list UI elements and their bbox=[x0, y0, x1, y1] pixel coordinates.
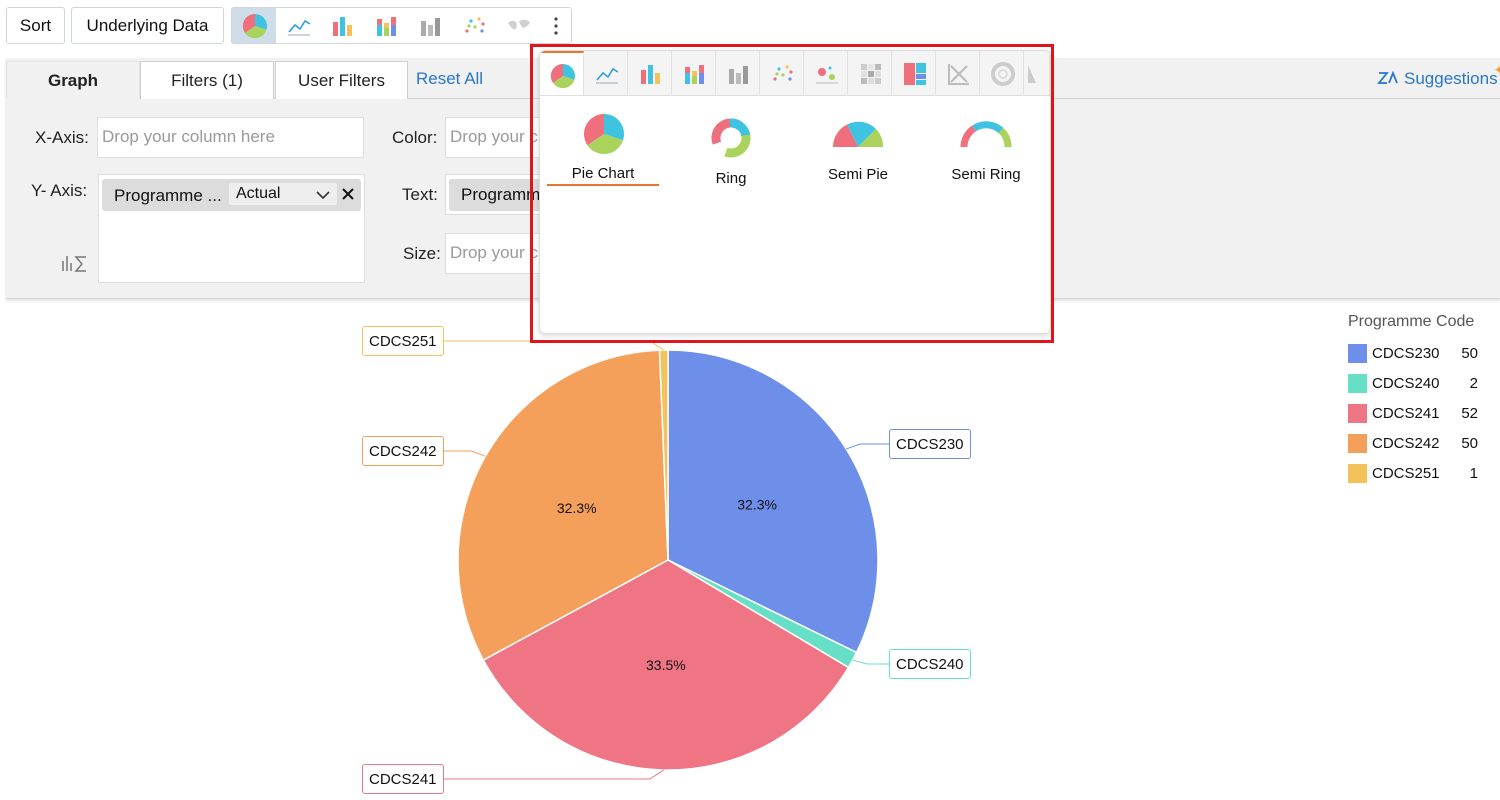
aggregation-value: Actual bbox=[236, 185, 281, 202]
legend-value: 52 bbox=[1461, 405, 1478, 422]
slice-percent-label: 32.3% bbox=[737, 496, 777, 512]
measure-sigma-icon[interactable] bbox=[61, 253, 89, 273]
y-axis-label: Y- Axis: bbox=[31, 181, 88, 200]
legend-label: CDCS230 bbox=[1372, 345, 1440, 362]
leader-line-cdcs241 bbox=[442, 769, 665, 780]
chart-type-toolbar bbox=[231, 7, 572, 44]
slice-percent-label: 33.5% bbox=[646, 657, 686, 673]
color-label: Color: bbox=[392, 128, 438, 147]
legend-label: CDCS251 bbox=[1372, 465, 1440, 482]
pie-slice-cdcs251[interactable] bbox=[658, 349, 669, 561]
legend-value: 1 bbox=[1469, 465, 1478, 482]
y-chip-column: Programme ... bbox=[114, 186, 222, 205]
chevron-down-icon bbox=[316, 191, 330, 200]
combo-bar-icon[interactable] bbox=[408, 8, 452, 43]
underlying-data-button[interactable]: Underlying Data bbox=[71, 7, 224, 44]
callout-cdcs230: CDCS230 bbox=[889, 429, 971, 459]
pie-slice-cdcs242[interactable] bbox=[457, 349, 669, 662]
slice-percent-label: 32.3% bbox=[557, 500, 597, 516]
x-axis-label: X-Axis: bbox=[35, 128, 89, 147]
legend-swatch bbox=[1348, 344, 1367, 363]
aggregation-select[interactable]: Actual bbox=[229, 183, 337, 205]
suggestions-label: Suggestions bbox=[1404, 69, 1498, 88]
callout-cdcs242: CDCS242 bbox=[362, 436, 444, 466]
leader-line-cdcs242 bbox=[442, 450, 486, 457]
reset-all-link[interactable]: Reset All bbox=[416, 69, 483, 89]
legend-label: CDCS240 bbox=[1372, 375, 1440, 392]
legend-swatch bbox=[1348, 374, 1367, 393]
pie-slice-cdcs240[interactable] bbox=[667, 559, 858, 669]
pie-chart-icon[interactable] bbox=[232, 8, 276, 43]
stacked-bar-icon[interactable] bbox=[364, 8, 408, 43]
callout-cdcs251: CDCS251 bbox=[362, 326, 444, 356]
callout-cdcs241: CDCS241 bbox=[362, 764, 444, 794]
y-axis-column-chip[interactable]: Programme ... Actual bbox=[102, 179, 361, 211]
highlight-box bbox=[530, 44, 1054, 343]
legend-label: CDCS241 bbox=[1372, 405, 1440, 422]
more-vertical-icon[interactable] bbox=[540, 8, 571, 43]
legend-swatch bbox=[1348, 434, 1367, 453]
callout-cdcs240: CDCS240 bbox=[889, 649, 971, 679]
line-chart-icon[interactable] bbox=[276, 8, 320, 43]
sort-button[interactable]: Sort bbox=[6, 7, 65, 44]
leader-line-cdcs230 bbox=[846, 443, 889, 450]
pie-slice-cdcs230[interactable] bbox=[667, 349, 879, 654]
bar-chart-icon[interactable] bbox=[320, 8, 364, 43]
legend-value: 50 bbox=[1461, 435, 1478, 452]
size-label: Size: bbox=[403, 244, 441, 263]
legend-value: 50 bbox=[1461, 345, 1478, 362]
tab-filters[interactable]: Filters (1) bbox=[140, 61, 274, 99]
leader-line-cdcs240 bbox=[852, 659, 889, 665]
legend-value: 2 bbox=[1469, 375, 1478, 392]
legend-label: CDCS242 bbox=[1372, 435, 1440, 452]
scatter-icon[interactable] bbox=[452, 8, 496, 43]
legend-title: Programme Code bbox=[1348, 313, 1475, 330]
close-icon[interactable] bbox=[342, 188, 354, 200]
tab-graph[interactable]: Graph bbox=[6, 61, 140, 99]
tab-user-filters[interactable]: User Filters bbox=[275, 61, 408, 99]
legend-swatch bbox=[1348, 404, 1367, 423]
legend-swatch bbox=[1348, 464, 1367, 483]
pie-slice-cdcs241[interactable] bbox=[482, 559, 850, 771]
map-icon[interactable] bbox=[496, 8, 540, 43]
spark-icon: ✦ bbox=[1494, 63, 1500, 77]
suggestions-icon bbox=[1377, 70, 1398, 84]
x-axis-dropzone[interactable]: Drop your column here bbox=[97, 117, 364, 158]
text-label: Text: bbox=[402, 185, 438, 204]
